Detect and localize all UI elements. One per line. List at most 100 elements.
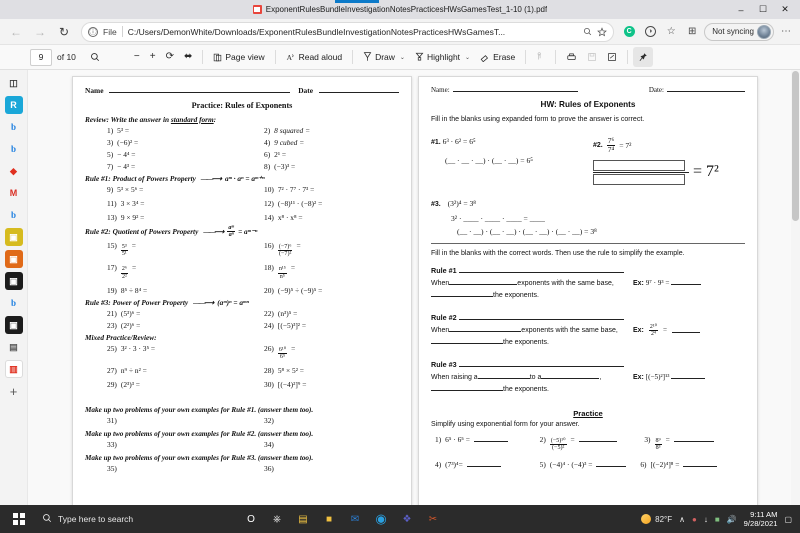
rule-1-ex-blank[interactable] — [671, 279, 702, 285]
reload-button[interactable]: ↻ — [53, 21, 75, 43]
address-bar[interactable]: ⓘ File C:/Users/DemonWhite/Downloads/Exp… — [81, 21, 615, 42]
answer-box-denominator[interactable] — [593, 173, 685, 185]
minimize-button[interactable]: – — [730, 0, 752, 19]
rule-3-ex-blank[interactable] — [671, 373, 706, 379]
taskbar-search[interactable]: Type here to search — [34, 508, 219, 530]
sidebar-item-dark-app-2[interactable]: ▣ — [4, 316, 23, 334]
rotate-button[interactable]: ⟳ — [161, 47, 179, 67]
page-number-input[interactable]: 9 — [30, 48, 52, 66]
tray-network-icon[interactable]: ■ — [715, 515, 720, 524]
sidebar-item-red-app[interactable]: ◆ — [5, 162, 23, 180]
action-center-icon[interactable]: ▢ — [784, 515, 792, 524]
erase-button[interactable]: Erase — [475, 47, 520, 67]
rule-2-blank-1[interactable] — [449, 326, 522, 332]
sidebar-item-r-app[interactable]: R — [4, 96, 23, 114]
rule-3-blank-2[interactable] — [541, 373, 600, 379]
answer-box-numerator[interactable] — [593, 159, 685, 171]
maximize-button[interactable]: ☐ — [752, 0, 774, 19]
chevron-down-icon[interactable]: ⌄ — [465, 54, 470, 61]
task-view-icon[interactable]: ⎈ — [269, 511, 285, 527]
pdf-viewer[interactable]: Name Date Practice: Rules of Exponents R… — [28, 70, 800, 505]
practice-blank[interactable] — [578, 435, 617, 442]
weather-widget[interactable]: 82°F — [641, 514, 672, 524]
teams-icon[interactable]: ❖ — [399, 511, 415, 527]
vertical-scrollbar[interactable] — [791, 70, 800, 505]
taskbar-clock[interactable]: 9:11 AM 9/28/2021 — [744, 510, 778, 529]
sidebar-item-bing-3[interactable]: b — [5, 206, 23, 224]
tray-usb-icon[interactable]: ↓ — [704, 515, 708, 524]
sidebar-item-archive[interactable]: ▤ — [5, 338, 23, 356]
sidebar-item-bing-2[interactable]: b — [5, 140, 23, 158]
rule-3-blank-1[interactable] — [477, 373, 530, 379]
rule-3-blank-3[interactable] — [431, 385, 503, 391]
close-button[interactable]: ✕ — [774, 0, 796, 19]
hand-tool-button[interactable] — [531, 47, 550, 67]
file-explorer-icon[interactable]: ▤ — [295, 511, 311, 527]
practice-blank[interactable] — [673, 435, 714, 442]
sidebar-item-gmail[interactable]: M — [5, 184, 23, 202]
sidebar-item-bing-1[interactable]: b — [5, 118, 23, 136]
practice-blank[interactable] — [683, 461, 718, 468]
rule-1-blank-2[interactable] — [431, 291, 493, 297]
makeup-prompt: Make up two problems of your own example… — [85, 405, 314, 414]
add-notes-button[interactable] — [602, 47, 622, 67]
question-3-work-1: 3² · ____ · ____ · ____ = ____ — [451, 213, 545, 223]
back-button[interactable]: ← — [5, 21, 27, 43]
edge-icon[interactable]: ◉ — [373, 511, 389, 527]
rule2-items: 15) 5³ 5¹ = 16) (−7)⁶ (−7)² = 17) 2⁶ 2² = 18) n¹⁵ n… — [85, 241, 399, 295]
practice-blank[interactable] — [596, 461, 627, 468]
sidebar-item-yellow-app[interactable]: ▣ — [4, 228, 23, 246]
extension-dark-icon[interactable]: ◑ — [641, 23, 659, 41]
store-icon[interactable]: ■ — [321, 511, 337, 527]
highlight-button[interactable]: Highlight ⌄ — [410, 47, 475, 67]
browser-tab[interactable]: ExponentRulesBundleInvestigationNotesPra… — [246, 0, 554, 19]
sidebar-item-tab-manager[interactable]: ◫ — [5, 74, 23, 92]
sidebar-item-dark-app-1[interactable]: ▣ — [4, 272, 23, 290]
date-label: Date — [298, 86, 313, 95]
site-info-icon[interactable]: ⓘ — [88, 26, 98, 37]
save-button[interactable] — [582, 47, 602, 67]
answer-box-fraction[interactable] — [593, 159, 689, 185]
question-3-statement: (3²)⁴ = 3⁸ — [447, 198, 476, 208]
search-icon[interactable] — [583, 27, 592, 36]
fit-page-button[interactable]: ⬌ — [179, 47, 197, 67]
sidebar-item-pdf-active[interactable]: ▥ — [4, 360, 23, 378]
rule-2-ex-blank[interactable] — [672, 327, 701, 334]
forward-button[interactable]: → — [29, 21, 51, 43]
sidebar-item-bing-4[interactable]: b — [5, 294, 23, 312]
tray-volume-icon[interactable]: 🔊 — [727, 515, 737, 524]
snip-tool-icon[interactable]: ✂ — [425, 511, 441, 527]
print-button[interactable] — [561, 47, 582, 67]
url-text[interactable]: C:/Users/DemonWhite/Downloads/ExponentRu… — [128, 27, 579, 37]
page-view-button[interactable]: Page view — [208, 47, 269, 67]
rule-3-line1-post: , — [599, 373, 602, 381]
extension-green-icon[interactable]: C — [620, 23, 638, 41]
tray-app-icon[interactable]: ● — [692, 515, 697, 524]
pin-toolbar-button[interactable] — [633, 47, 654, 67]
zoom-in-button[interactable]: + — [145, 47, 161, 67]
start-button[interactable] — [4, 513, 34, 525]
rule-2-line1-pre: When — [431, 326, 450, 334]
chevron-down-icon[interactable]: ⌄ — [400, 54, 405, 61]
rule-3-example: Ex: [(−5)²]¹³ — [633, 373, 745, 381]
star-icon[interactable] — [597, 26, 608, 37]
rule-1-blank-1[interactable] — [449, 279, 518, 285]
scrollbar-thumb[interactable] — [792, 71, 799, 221]
split-screen-icon[interactable]: ⊞ — [683, 23, 701, 41]
zoom-out-button[interactable]: − — [129, 47, 145, 67]
search-button[interactable] — [85, 47, 105, 67]
tray-expand-icon[interactable]: ∧ — [679, 515, 685, 524]
profile-sync-button[interactable]: Not syncing — [704, 22, 774, 41]
sidebar-item-add[interactable]: + — [5, 382, 23, 400]
draw-button[interactable]: Draw ⌄ — [358, 47, 410, 67]
sidebar-item-orange-app[interactable]: ▣ — [4, 250, 23, 268]
practice-blank[interactable] — [473, 435, 508, 442]
cortana-icon[interactable]: O — [243, 511, 259, 527]
mail-icon[interactable]: ✉ — [347, 511, 363, 527]
read-aloud-button[interactable]: A Read aloud — [281, 47, 347, 67]
rule-2-blank-2[interactable] — [431, 338, 503, 344]
practice-blank[interactable] — [466, 461, 501, 468]
rule-3-ex-expression: [(−5)²]¹³ — [645, 372, 672, 381]
settings-more-icon[interactable]: ⋯ — [777, 23, 795, 41]
collections-icon[interactable]: ☆ — [662, 23, 680, 41]
